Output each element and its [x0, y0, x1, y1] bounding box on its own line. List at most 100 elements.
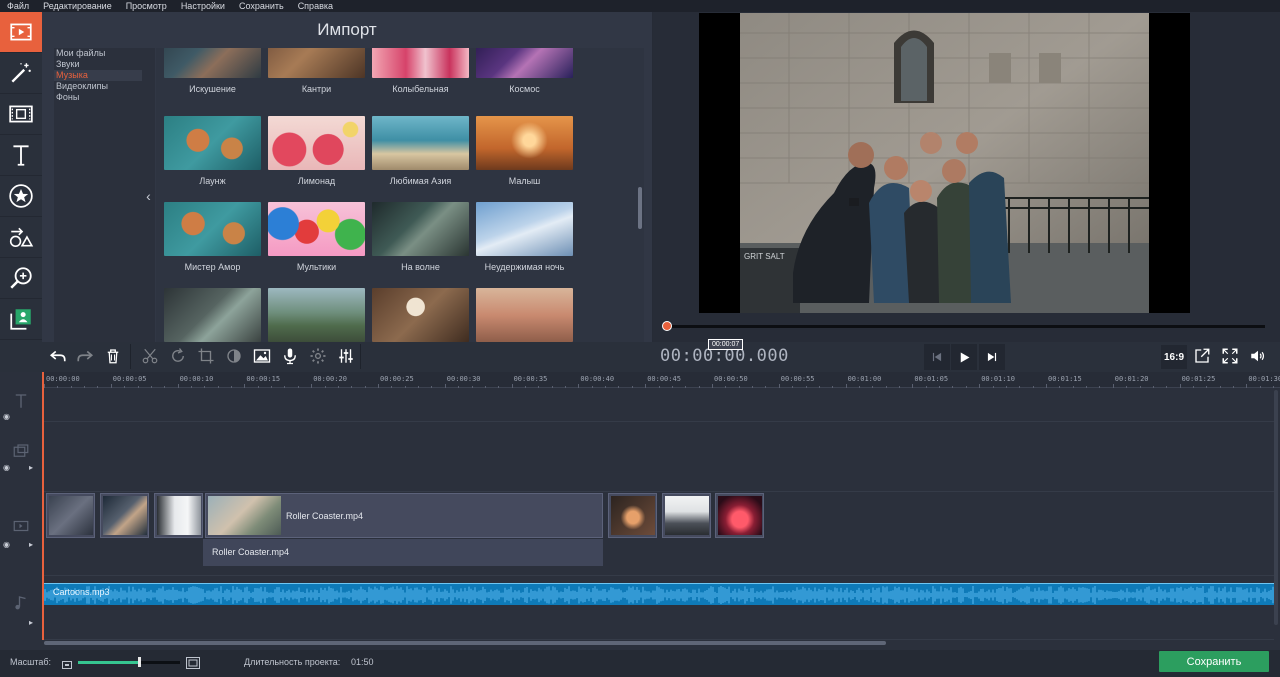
track-thumbnail: [268, 288, 365, 342]
track-tile[interactable]: [268, 288, 365, 342]
rotate-button[interactable]: [166, 344, 190, 368]
track-tile[interactable]: Искушение: [164, 48, 261, 94]
speaker-icon[interactable]: ▸: [29, 463, 33, 472]
tool-filters[interactable]: [0, 53, 42, 94]
video-clip-selected[interactable]: Roller Coaster.mp4: [205, 493, 603, 538]
track-title: На волне: [401, 262, 440, 272]
track-tile[interactable]: Любимая Азия: [372, 116, 469, 186]
overlay-track[interactable]: [42, 422, 1274, 492]
track-tile[interactable]: Мистер Амор: [164, 202, 261, 272]
filmstrip-icon: [9, 105, 33, 123]
grid-scrollbar[interactable]: [638, 187, 642, 229]
tool-transitions[interactable]: [0, 94, 42, 135]
time-ruler[interactable]: 00:00:00 00:00:05 00:00:10 00:00:15 00:00:20…: [42, 372, 1280, 388]
collapse-panel-button[interactable]: ‹: [142, 48, 155, 343]
delete-button[interactable]: [101, 344, 125, 368]
tool-stickers[interactable]: [0, 176, 42, 217]
music-note-icon: [15, 596, 26, 610]
menu-settings[interactable]: Настройки: [174, 0, 232, 12]
video-audio-clip[interactable]: Roller Coaster.mp4: [203, 539, 603, 566]
playhead[interactable]: [42, 372, 44, 640]
track-thumbnail: [372, 288, 469, 342]
skip-forward-button[interactable]: [979, 344, 1005, 370]
eye-icon[interactable]: ◉: [3, 463, 10, 472]
music-clip[interactable]: Cartoons.mp3: [43, 583, 1274, 605]
color-adjust-button[interactable]: [222, 344, 246, 368]
menu-bar: Файл Редактирование Просмотр Настройки С…: [0, 0, 1280, 12]
category-sounds[interactable]: Звуки: [54, 59, 154, 70]
overlay-icon: [13, 444, 29, 457]
speaker-icon[interactable]: ▸: [29, 618, 33, 627]
eye-icon[interactable]: ◉: [3, 412, 10, 421]
time-tooltip: 00:00:07: [708, 339, 744, 350]
category-music[interactable]: Музыка: [54, 70, 154, 81]
toolbar-divider: [130, 344, 131, 369]
ruler-time-label: 00:00:45: [647, 375, 681, 383]
fullscreen-button[interactable]: [1218, 344, 1242, 368]
menu-view[interactable]: Просмотр: [119, 0, 174, 12]
redo-button[interactable]: [73, 344, 97, 368]
crop-button[interactable]: [194, 344, 218, 368]
volume-button[interactable]: [1246, 344, 1270, 368]
playback-progress[interactable]: [662, 321, 1265, 331]
video-clip[interactable]: [100, 493, 149, 538]
status-bar: Масштаб: Длительность проекта: 01:50: [0, 650, 1280, 677]
zoom-slider[interactable]: [78, 657, 180, 667]
zoom-fill: [78, 661, 140, 664]
track-tile[interactable]: Неудержимая ночь: [476, 202, 573, 272]
track-tile[interactable]: На волне: [372, 202, 469, 272]
zoom-handle[interactable]: [138, 657, 142, 667]
clip-name: Roller Coaster.mp4: [286, 511, 364, 521]
play-button[interactable]: [951, 344, 977, 370]
zoom-in-icon[interactable]: [186, 656, 200, 674]
track-tile[interactable]: Колыбельная: [372, 48, 469, 94]
video-clip[interactable]: [608, 493, 657, 538]
speaker-icon: [1251, 350, 1265, 362]
video-clip[interactable]: [715, 493, 764, 538]
video-clip[interactable]: [154, 493, 203, 538]
record-voice-button[interactable]: [278, 344, 302, 368]
undo-button[interactable]: [46, 344, 70, 368]
track-tile[interactable]: Кантри: [268, 48, 365, 94]
track-tile[interactable]: [164, 288, 261, 342]
split-button[interactable]: [138, 344, 162, 368]
track-tile[interactable]: Лимонад: [268, 116, 365, 186]
track-tile[interactable]: Малыш: [476, 116, 573, 186]
tool-chroma[interactable]: [0, 299, 42, 340]
track-tile[interactable]: Космос: [476, 48, 573, 94]
tool-callouts[interactable]: [0, 217, 42, 258]
category-video-clips[interactable]: Видеоклипы: [54, 81, 154, 92]
menu-help[interactable]: Справка: [291, 0, 340, 12]
text-track[interactable]: [42, 388, 1274, 422]
save-button[interactable]: Сохранить: [1159, 651, 1269, 672]
image-button[interactable]: [250, 344, 274, 368]
track-tile[interactable]: [476, 288, 573, 342]
menu-save[interactable]: Сохранить: [232, 0, 291, 12]
clip-properties-button[interactable]: [306, 344, 330, 368]
tool-import[interactable]: [0, 12, 42, 53]
tool-zoom[interactable]: [0, 258, 42, 299]
progress-handle[interactable]: [662, 321, 672, 331]
category-my-files[interactable]: Мои файлы: [54, 48, 154, 59]
video-clip[interactable]: [46, 493, 95, 538]
menu-file[interactable]: Файл: [0, 0, 36, 12]
track-tile[interactable]: Лаунж: [164, 116, 261, 186]
play-icon: [960, 352, 969, 362]
timeline-vertical-scrollbar[interactable]: [1274, 390, 1278, 625]
video-clip[interactable]: [662, 493, 711, 538]
aspect-ratio-button[interactable]: 16:9: [1161, 345, 1187, 369]
track-thumbnail: [164, 202, 261, 256]
eye-icon[interactable]: ◉: [3, 540, 10, 549]
zoom-out-icon[interactable]: [62, 657, 72, 675]
track-tile[interactable]: [372, 288, 469, 342]
detach-preview-button[interactable]: [1190, 344, 1214, 368]
speaker-icon[interactable]: ▸: [29, 540, 33, 549]
tool-titles[interactable]: [0, 135, 42, 176]
track-tile[interactable]: Мультики: [268, 202, 365, 272]
timeline-horizontal-scrollbar[interactable]: [44, 641, 886, 645]
ruler-time-label: 00:00:40: [580, 375, 615, 383]
menu-edit[interactable]: Редактирование: [36, 0, 119, 12]
category-backgrounds[interactable]: Фоны: [54, 92, 154, 103]
equalizer-button[interactable]: [334, 344, 358, 368]
skip-back-button[interactable]: [924, 344, 950, 370]
